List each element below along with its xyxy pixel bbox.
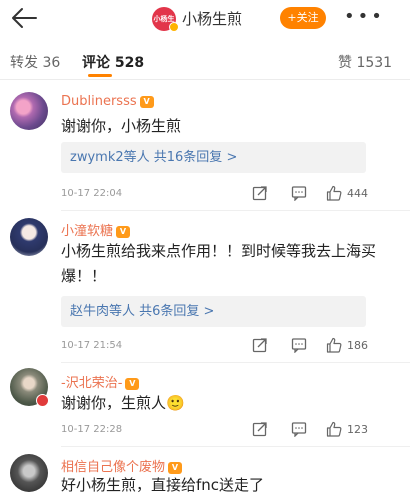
avatar[interactable] — [10, 218, 48, 256]
comment-time: 10-17 21:54 — [61, 340, 123, 351]
reply-summary[interactable]: zwymk2等人 共16条回复 > — [61, 142, 366, 173]
avatar[interactable] — [10, 454, 48, 492]
page-title[interactable]: 小杨生煎 — [182, 8, 242, 29]
comment-time: 10-17 22:28 — [61, 424, 123, 435]
top-bar: 小杨生煎 小杨生煎 +关注 ••• — [0, 0, 410, 47]
comment-icon[interactable] — [291, 421, 307, 437]
level-badge-icon — [36, 394, 49, 407]
active-tab-indicator — [88, 74, 112, 77]
verified-badge-icon — [169, 22, 179, 32]
avatar[interactable] — [10, 92, 48, 130]
like-icon[interactable] — [326, 185, 342, 201]
vip-badge-icon: V — [116, 226, 131, 238]
comment-text: 好小杨生煎，直接给fnc送走了 — [61, 476, 265, 494]
comment-divider — [61, 446, 410, 447]
comment-divider — [61, 362, 410, 363]
comment-time: 10-17 22:04 — [61, 188, 123, 199]
tab-bar: 转发 36 评论 528 赞 1531 — [0, 38, 410, 80]
more-dots-icon[interactable]: ••• — [344, 8, 385, 26]
like-count: 123 — [347, 423, 368, 436]
share-icon[interactable] — [252, 337, 268, 353]
comment-username[interactable]: -沢北荣治- V — [61, 372, 140, 391]
comment-text: 谢谢你，生煎人🙂 — [61, 394, 185, 412]
like-count: 444 — [347, 187, 368, 200]
comment-divider — [61, 210, 410, 211]
share-icon[interactable] — [252, 421, 268, 437]
vip-badge-icon: V — [125, 378, 140, 390]
comment-username[interactable]: 小潼软糖 V — [61, 220, 131, 239]
follow-button[interactable]: +关注 — [280, 7, 326, 29]
share-icon[interactable] — [252, 185, 268, 201]
reply-summary[interactable]: 赵牛肉等人 共6条回复 > — [61, 296, 366, 327]
comment-text: 谢谢你，小杨生煎 — [61, 117, 182, 135]
like-icon[interactable] — [326, 337, 342, 353]
back-arrow-icon[interactable] — [10, 6, 38, 30]
tab-likes[interactable]: 赞 1531 — [338, 52, 392, 72]
comment-username[interactable]: Dublinersss V — [61, 94, 154, 109]
comment-text: 小杨生煎给我来点作用！！到时候等我去上海买爆！！ — [61, 242, 377, 285]
vip-badge-icon: V — [139, 96, 154, 108]
comment-icon[interactable] — [291, 185, 307, 201]
comment-icon[interactable] — [291, 337, 307, 353]
like-count: 186 — [347, 339, 368, 352]
like-icon[interactable] — [326, 421, 342, 437]
tab-comments[interactable]: 评论 528 — [82, 52, 144, 72]
tab-repost[interactable]: 转发 36 — [10, 52, 60, 72]
